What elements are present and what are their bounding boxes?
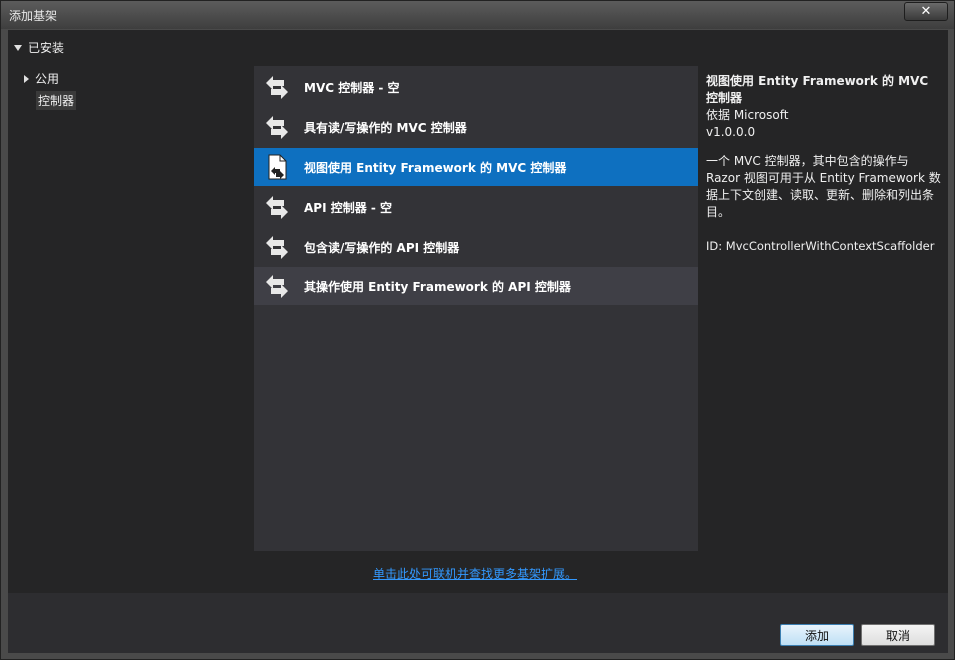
list-item-label: API 控制器 - 空 (304, 200, 393, 215)
controller-icon (266, 116, 288, 139)
controller-icon (266, 236, 288, 259)
tree-item-common[interactable]: 公用 (24, 70, 59, 87)
tree-node-label: 已安装 (28, 41, 65, 55)
dialog-body: 已安装 公用 控制器 MVC 控制器 - 空 具有读/写操作的 MVC 控制器 … (8, 30, 948, 653)
expand-triangle-icon[interactable] (24, 74, 29, 83)
tree-item-controllers[interactable]: 控制器 (36, 91, 77, 110)
list-item-api-readwrite[interactable]: 包含读/写操作的 API 控制器 (254, 228, 698, 266)
close-icon: ✕ (920, 4, 932, 19)
detail-description: 一个 MVC 控制器，其中包含的操作与 Razor 视图可用于从 Entity … (706, 154, 941, 219)
cancel-button[interactable]: 取消 (861, 624, 935, 646)
list-item-label: 具有读/写操作的 MVC 控制器 (304, 120, 467, 135)
button-bar: 添加 取消 (8, 593, 948, 653)
detail-author: 依据 Microsoft (706, 108, 789, 122)
tree-item-label: 公用 (35, 72, 60, 86)
controller-icon (266, 196, 288, 219)
detail-id: ID: MvcControllerWithContextScaffolder (706, 239, 935, 253)
list-item-label: 其操作使用 Entity Framework 的 API 控制器 (304, 279, 571, 294)
online-extensions-link[interactable]: 单击此处可联机并查找更多基架扩展。 (373, 565, 577, 582)
list-item-label: MVC 控制器 - 空 (304, 80, 400, 95)
list-item-mvc-empty[interactable]: MVC 控制器 - 空 (254, 68, 698, 106)
list-item-label: 包含读/写操作的 API 控制器 (304, 240, 460, 255)
list-item-api-empty[interactable]: API 控制器 - 空 (254, 188, 698, 226)
list-item-label: 视图使用 Entity Framework 的 MVC 控制器 (304, 160, 567, 175)
collapse-triangle-icon (14, 44, 22, 51)
list-item-mvc-entity-framework[interactable]: 视图使用 Entity Framework 的 MVC 控制器 (254, 148, 698, 186)
add-scaffold-dialog: 添加基架 ✕ 已安装 公用 控制器 MVC 控制器 - 空 具有读/写操作的 M… (0, 0, 955, 660)
list-item-api-entity-framework[interactable]: 其操作使用 Entity Framework 的 API 控制器 (254, 267, 698, 305)
controller-icon (266, 275, 288, 298)
detail-panel: 视图使用 Entity Framework 的 MVC 控制器 依据 Micro… (706, 73, 942, 255)
detail-version: v1.0.0.0 (706, 125, 756, 139)
scaffold-list: MVC 控制器 - 空 具有读/写操作的 MVC 控制器 视图使用 Entity… (254, 66, 698, 551)
controller-with-views-icon (268, 154, 287, 180)
window-title: 添加基架 (9, 9, 58, 23)
list-item-mvc-readwrite[interactable]: 具有读/写操作的 MVC 控制器 (254, 108, 698, 146)
detail-title: 视图使用 Entity Framework 的 MVC 控制器 (706, 74, 929, 105)
title-bar[interactable]: 添加基架 ✕ (1, 1, 954, 29)
controller-icon (266, 76, 288, 99)
add-button[interactable]: 添加 (780, 624, 854, 646)
tree-node-installed[interactable]: 已安装 (14, 39, 64, 56)
tree-item-label: 控制器 (36, 91, 77, 110)
close-button[interactable]: ✕ (904, 2, 948, 21)
